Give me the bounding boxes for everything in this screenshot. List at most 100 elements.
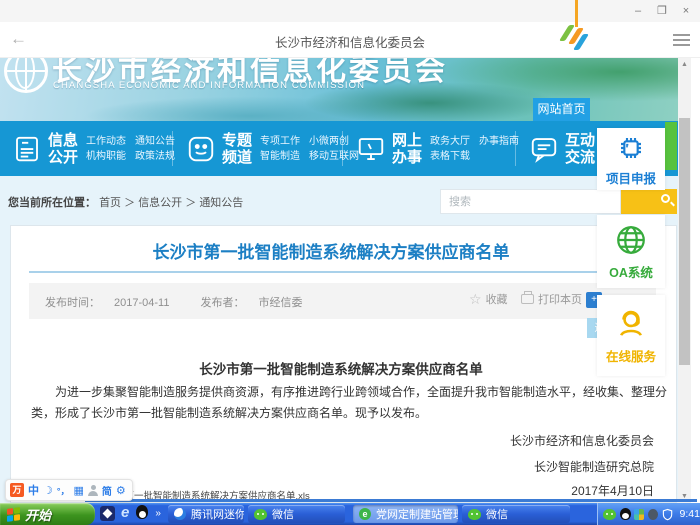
print-button[interactable]: 打印本页 <box>521 291 582 307</box>
breadcrumb-home[interactable]: 首页 <box>99 197 121 209</box>
quick-launch-app-icon[interactable] <box>100 506 115 521</box>
swirl-tray-icon[interactable] <box>648 509 658 520</box>
screen: – ❐ × ← 长沙市经济和信息化委员会 长沙市经济和信息化委员会 CHANGS… <box>0 0 700 525</box>
nav-link[interactable]: 专项工作 <box>260 136 300 147</box>
compass-icon <box>174 508 186 520</box>
panel-label: OA系统 <box>609 262 653 281</box>
site-emblem-icon <box>4 58 48 93</box>
nav-divider <box>172 131 173 166</box>
nav-title: 互动交流 <box>565 132 595 166</box>
panel-label: 在线服务 <box>606 346 656 365</box>
green-accent-block <box>665 122 677 170</box>
start-button[interactable]: 开始 <box>0 503 95 525</box>
breadcrumb-level2[interactable]: 通知公告 <box>199 197 243 209</box>
nav-link[interactable]: 政务大厅 <box>430 136 470 147</box>
nav-group-channel[interactable]: 专题频道 专项工作小微两创 智能制造移动互联网 <box>186 121 368 176</box>
nav-title: 信息公开 <box>48 132 78 166</box>
window-titlebar: – ❐ × <box>0 0 700 22</box>
nav-title: 专题频道 <box>222 132 252 166</box>
search-input[interactable] <box>440 189 621 214</box>
internet-explorer-icon[interactable]: e <box>121 505 129 521</box>
chip-icon <box>615 132 647 164</box>
system-tray: 9:41 <box>597 503 700 525</box>
wechat-tray-icon[interactable] <box>603 509 616 520</box>
ime-chinese-mode-icon[interactable]: 中 <box>28 482 39 498</box>
ime-account-icon[interactable] <box>88 485 98 496</box>
nav-link[interactable]: 工作动态 <box>86 136 126 147</box>
nav-link[interactable]: 通知公告 <box>135 136 175 147</box>
vertical-scrollbar[interactable]: ▲ ▼ <box>678 58 691 503</box>
article-title: 长沙市第一批智能制造系统解决方案供应商名单 <box>11 238 651 263</box>
ime-punctuation-icon[interactable]: °， <box>57 484 70 497</box>
nav-divider <box>342 131 343 166</box>
panel-online-service[interactable]: 在线服务 <box>597 295 665 376</box>
ime-simplified-icon[interactable]: 简 <box>102 483 112 498</box>
qq-tray-icon[interactable] <box>620 508 630 521</box>
wechat-icon <box>468 509 481 520</box>
star-icon: ☆ <box>469 291 482 307</box>
nav-group-online[interactable]: 网上办事 政务大厅办事指南 表格下载 <box>356 121 528 176</box>
ime-fullwidth-icon[interactable]: ☽ <box>43 484 53 497</box>
article-body-heading: 长沙市第一批智能制造系统解决方案供应商名单 <box>11 358 671 378</box>
chat-icon <box>529 134 559 164</box>
scrollbar-thumb[interactable] <box>679 118 690 365</box>
minimize-button[interactable]: – <box>630 3 646 19</box>
task-button-tencent-mini[interactable]: 腾讯网迷你版 <box>168 505 244 523</box>
search-icon <box>661 194 670 203</box>
quick-launch: e » <box>100 505 161 521</box>
panel-label: 项目申报 <box>606 168 656 187</box>
nav-divider <box>515 131 516 166</box>
main-navbar: 信息公开 工作动态通知公告 机构职能政策法规 专题频道 专项工作小微两创 智能制… <box>0 121 678 176</box>
menu-icon[interactable] <box>673 34 690 49</box>
loading-indicator-line <box>575 0 578 27</box>
window-controls: – ❐ × <box>630 3 694 19</box>
task-button-site-manager[interactable]: e党网定制建站管理... <box>353 505 458 523</box>
clock: 9:41 <box>680 508 700 520</box>
taskbar: 开始 e » 腾讯网迷你版 微信 e党网定制建站管理... 微信 9:41 <box>0 503 700 525</box>
task-button-wechat-2[interactable]: 微信 <box>462 505 570 523</box>
service-agent-icon <box>613 306 649 342</box>
grid-tray-icon[interactable] <box>634 509 644 520</box>
page-viewport: 长沙市经济和信息化委员会 CHANGSHA ECONOMIC AND INFOR… <box>0 58 678 503</box>
signature-date: 2017年4月10日 <box>571 482 654 499</box>
panel-project-declare[interactable]: 项目申报 <box>597 128 665 190</box>
task-button-wechat-1[interactable]: 微信 <box>248 505 345 523</box>
nav-links: 工作动态通知公告 机构职能政策法规 <box>86 133 184 164</box>
nav-link[interactable]: 办事指南 <box>479 136 519 147</box>
nav-link[interactable]: 移动互联网 <box>309 151 359 162</box>
window-right-margin <box>691 58 700 503</box>
nav-link[interactable]: 表格下载 <box>430 151 470 162</box>
nav-link[interactable]: 机构职能 <box>86 151 126 162</box>
wechat-icon <box>254 509 267 520</box>
close-button[interactable]: × <box>678 3 694 19</box>
home-button[interactable]: 网站首页 <box>533 98 590 121</box>
document-icon <box>12 134 42 164</box>
qq-icon[interactable] <box>135 505 149 521</box>
nav-link[interactable]: 小微两创 <box>309 136 349 147</box>
signature-org1: 长沙市经济和信息化委员会 <box>510 432 654 449</box>
favorite-button[interactable]: ☆收藏 <box>469 291 508 308</box>
chevron-icon[interactable]: » <box>155 508 161 519</box>
nav-group-interact[interactable]: 互动交流 <box>529 121 603 176</box>
panel-oa-system[interactable]: OA系统 <box>597 215 665 288</box>
ime-toolbar[interactable]: 万 中 ☽ °， ▦ 简 ⚙ <box>5 479 133 501</box>
breadcrumb-level1[interactable]: 信息公开 <box>138 197 182 209</box>
breadcrumb: 您当前所在位置： 首页 ＞ 信息公开 ＞ 通知公告 <box>8 194 243 210</box>
ime-settings-icon[interactable]: ⚙ <box>116 484 126 497</box>
article-paragraph: 为进一步集聚智能制造服务提供商资源，有序推进跨行业跨领域合作，全面提升我市智能制… <box>31 382 671 424</box>
restore-button[interactable]: ❐ <box>654 3 670 19</box>
search-button[interactable] <box>621 189 677 214</box>
nav-title: 网上办事 <box>392 132 422 166</box>
scroll-up-icon[interactable]: ▲ <box>678 58 691 71</box>
publish-time: 2017-04-11 <box>114 297 169 309</box>
ime-keyboard-icon[interactable]: ▦ <box>73 484 83 497</box>
site-header: 长沙市经济和信息化委员会 CHANGSHA ECONOMIC AND INFOR… <box>0 58 678 121</box>
nav-group-info[interactable]: 信息公开 工作动态通知公告 机构职能政策法规 <box>12 121 184 176</box>
nav-link[interactable]: 政策法规 <box>135 151 175 162</box>
nav-link[interactable]: 智能制造 <box>260 151 300 162</box>
signature-org2: 长沙智能制造研究总院 <box>534 458 654 475</box>
article-container: 长沙市第一批智能制造系统解决方案供应商名单 发布时间：2017-04-11 发布… <box>10 225 677 503</box>
ime-logo-icon[interactable]: 万 <box>10 483 24 497</box>
printer-icon <box>521 294 534 304</box>
shield-tray-icon[interactable] <box>662 508 673 521</box>
